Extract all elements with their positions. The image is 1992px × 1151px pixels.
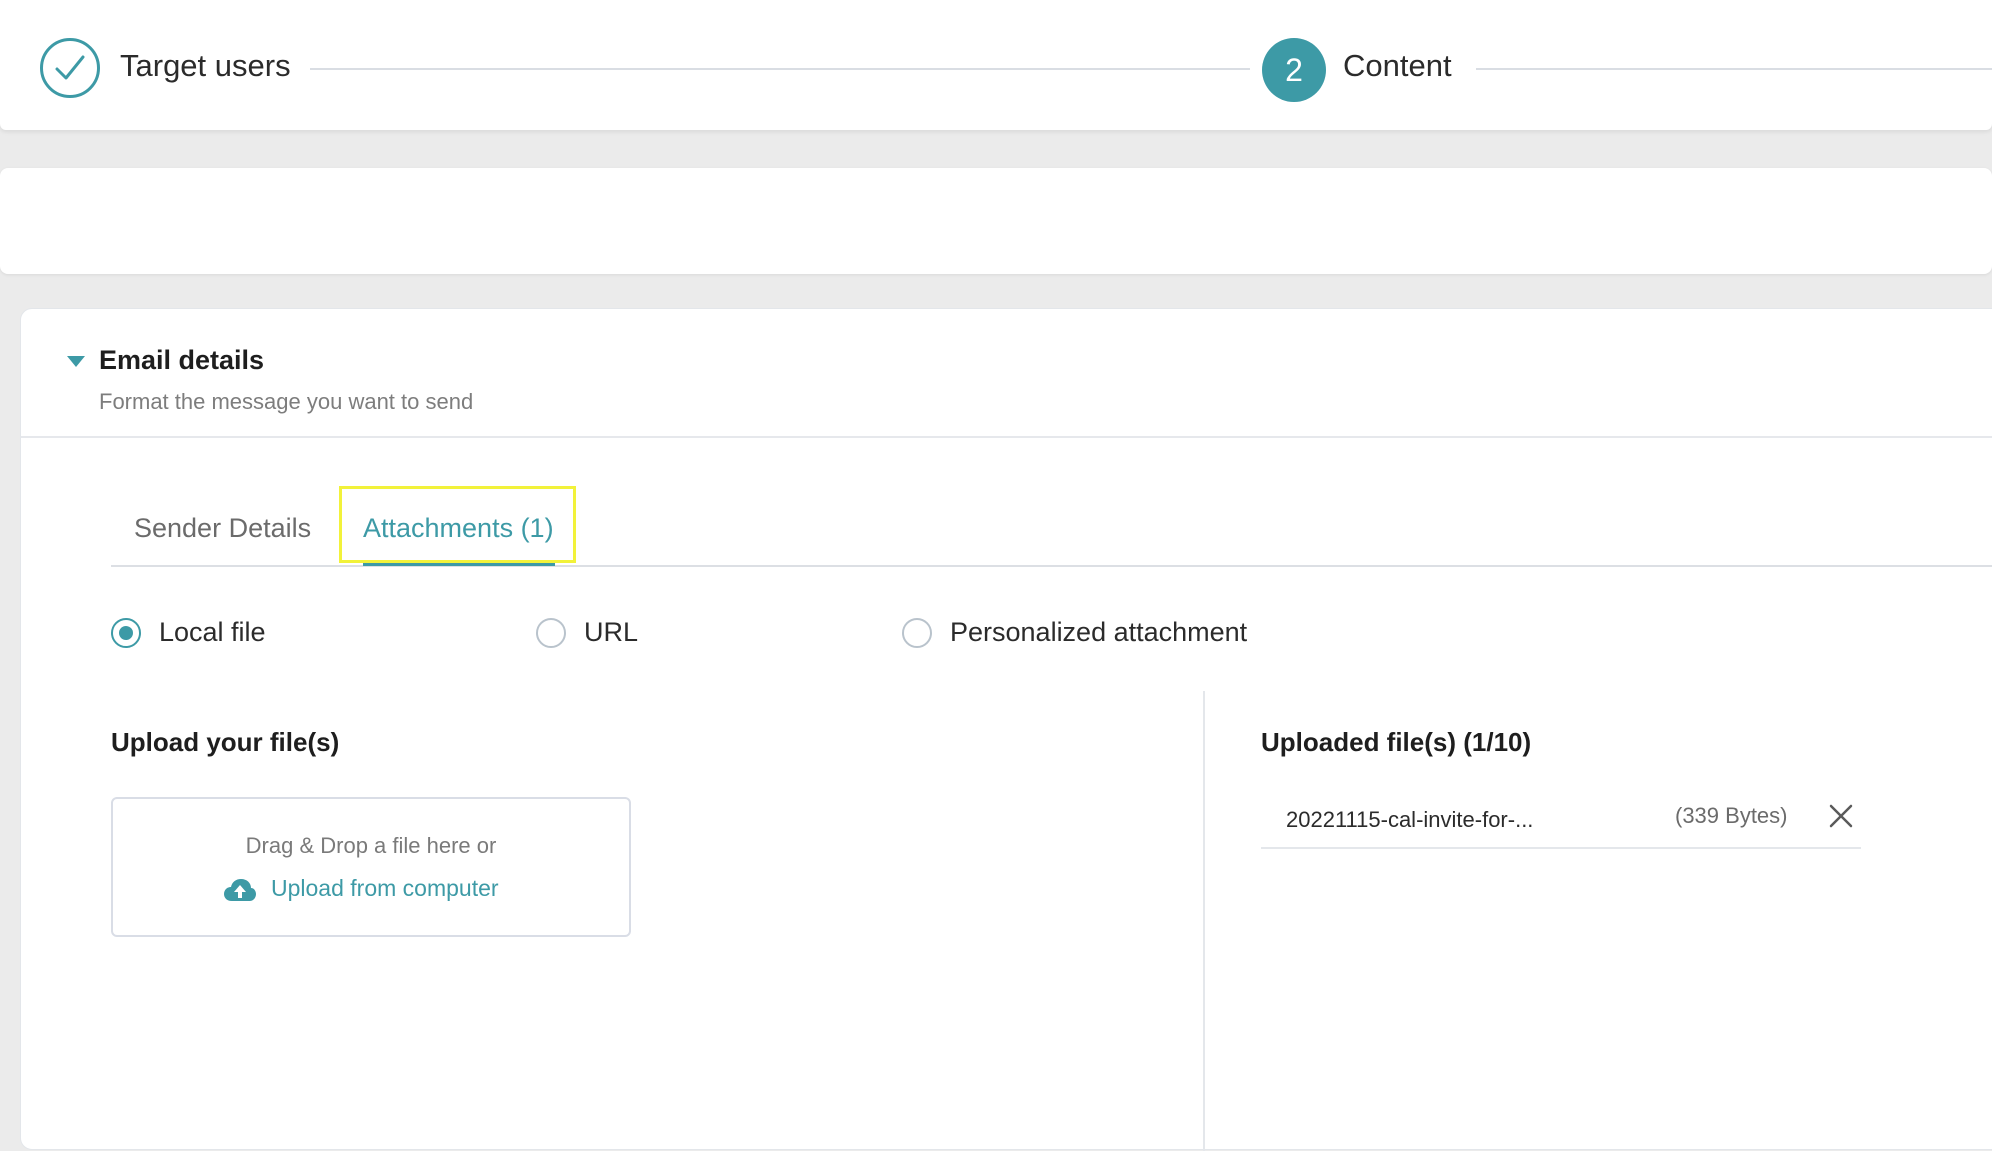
tab-sender-details[interactable]: Sender Details [134,513,311,544]
step-label-target-users[interactable]: Target users [120,48,291,84]
upload-from-computer-link[interactable]: Upload from computer [223,875,499,902]
cloud-upload-icon [224,879,256,901]
email-details-header[interactable]: Email details Format the message you wan… [21,309,1992,438]
uploaded-files-title: Uploaded file(s) (1/10) [1261,727,1532,757]
upload-section-title: Upload your file(s) [111,727,340,757]
blank-card [0,168,1992,274]
uploaded-file-name: 20221115-cal-invite-for-... [1286,807,1534,832]
radio-url[interactable] [536,618,566,648]
email-details-title: Email details [99,345,265,375]
stepper: Target users 2 Content [0,0,1992,130]
radio-local-file[interactable] [111,618,141,648]
column-divider [1203,691,1205,1151]
file-dropzone[interactable]: Drag & Drop a file here or Upload from c… [111,797,631,937]
email-details-subtitle: Format the message you want to send [99,389,474,414]
uploaded-file-size: (339 Bytes) [1675,803,1788,828]
step-label-content[interactable]: Content [1343,48,1452,84]
tab-attachments[interactable]: Attachments (1) [363,513,554,544]
radio-personalized-attachment[interactable] [902,618,932,648]
step-connector [310,68,1250,70]
active-tab-indicator [363,563,555,566]
remove-file-close-icon[interactable] [1828,803,1854,829]
dropzone-text: Drag & Drop a file here or [245,833,497,858]
step-number-badge[interactable]: 2 [1262,38,1326,102]
radio-label-personalized-attachment[interactable]: Personalized attachment [950,617,1247,648]
upload-link-label[interactable]: Upload from computer [271,875,499,901]
step-completed-check-icon[interactable] [40,38,100,98]
radio-label-local-file[interactable]: Local file [159,617,266,648]
collapse-caret-icon[interactable] [67,356,85,367]
radio-label-url[interactable]: URL [584,617,638,648]
uploaded-file-row: 20221115-cal-invite-for-... (339 Bytes) [1261,785,1861,849]
email-details-card: Email details Format the message you wan… [20,308,1992,1151]
step-connector [1476,68,1992,70]
